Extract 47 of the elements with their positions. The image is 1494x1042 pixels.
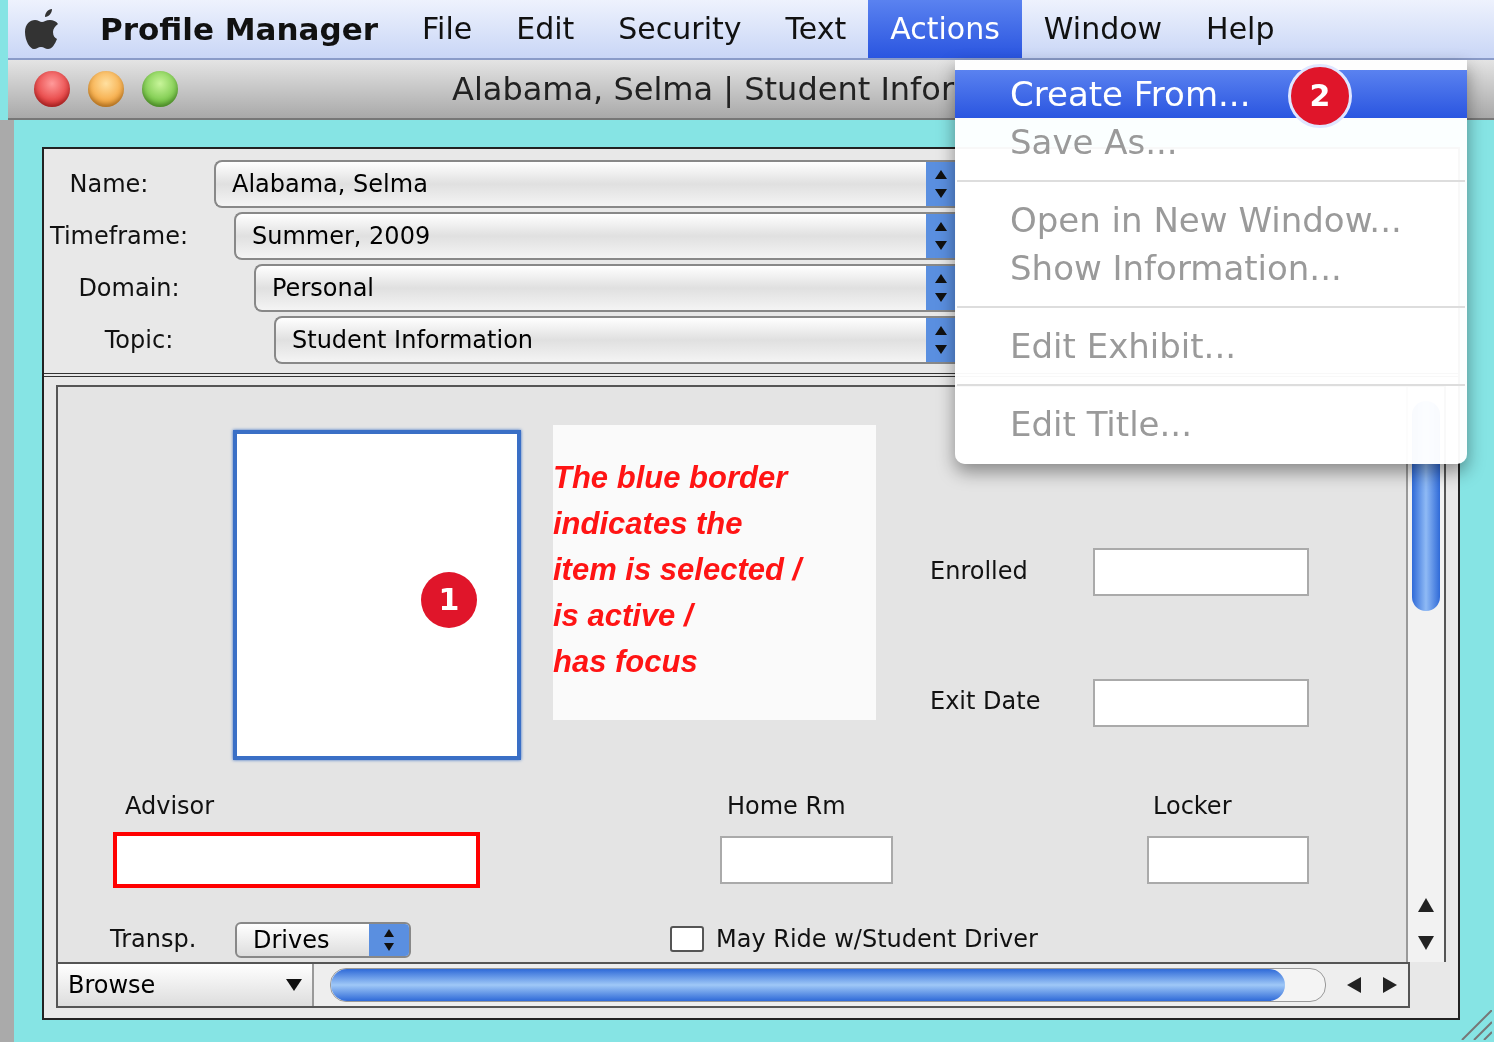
checkbox[interactable] (670, 926, 704, 952)
input-field[interactable] (1147, 836, 1309, 884)
popup-field[interactable]: Summer, 2009 (234, 212, 956, 260)
field-label: Domain: (77, 274, 181, 302)
stepper-icon (926, 214, 956, 258)
caret-icon (286, 979, 302, 991)
menu-item[interactable]: Help (1184, 0, 1297, 58)
field-label: Exit Date (930, 687, 1041, 715)
stepper-icon (926, 266, 956, 310)
field-label: Topic: (103, 326, 175, 354)
input-field[interactable] (113, 832, 480, 888)
field-label: Transp. (110, 925, 197, 953)
menu-item[interactable]: Edit (494, 0, 597, 58)
menu-item[interactable]: Window (1021, 0, 1185, 58)
scroll-right-icon[interactable] (1383, 977, 1397, 993)
close-button[interactable] (34, 71, 70, 107)
stepper-icon (926, 318, 956, 362)
field-label: Timeframe: (49, 222, 189, 250)
window-title: Alabama, Selma | Student Infor (452, 70, 955, 108)
menu-item[interactable]: Text (763, 0, 869, 58)
input-field[interactable] (1093, 548, 1309, 596)
app-name[interactable]: Profile Manager (100, 11, 378, 47)
field-label: Locker (1153, 792, 1232, 820)
menu-item[interactable]: Security (596, 0, 764, 58)
scroll-down-icon[interactable] (1418, 936, 1434, 950)
popup-field[interactable]: Student Information (274, 316, 956, 364)
scroll-left-icon[interactable] (1347, 977, 1361, 993)
stepper-icon (369, 924, 409, 956)
field-label: Enrolled (930, 557, 1028, 585)
menu-item[interactable]: File (400, 0, 495, 58)
mode-dropdown[interactable]: Browse (58, 964, 314, 1006)
checkbox-label: May Ride w/Student Driver (716, 925, 1038, 953)
zoom-button[interactable] (142, 71, 178, 107)
popup-field[interactable]: Alabama, Selma (214, 160, 956, 208)
stepper-icon (926, 162, 956, 206)
field-label: Advisor (125, 792, 215, 820)
field-label: Name: (68, 170, 150, 198)
popup-menu[interactable]: Drives (235, 922, 411, 958)
scroll-up-icon[interactable] (1418, 898, 1434, 912)
minimize-button[interactable] (88, 71, 124, 107)
annotation-text: The blue border indicates the item is selected / is active / has focus (553, 425, 876, 720)
menu-item[interactable]: Actions (868, 0, 1022, 58)
input-field[interactable] (720, 836, 893, 884)
field-label: Home Rm (727, 792, 846, 820)
input-field[interactable] (1093, 679, 1309, 727)
photo-container[interactable] (233, 430, 521, 760)
popup-field[interactable]: Personal (254, 264, 956, 312)
